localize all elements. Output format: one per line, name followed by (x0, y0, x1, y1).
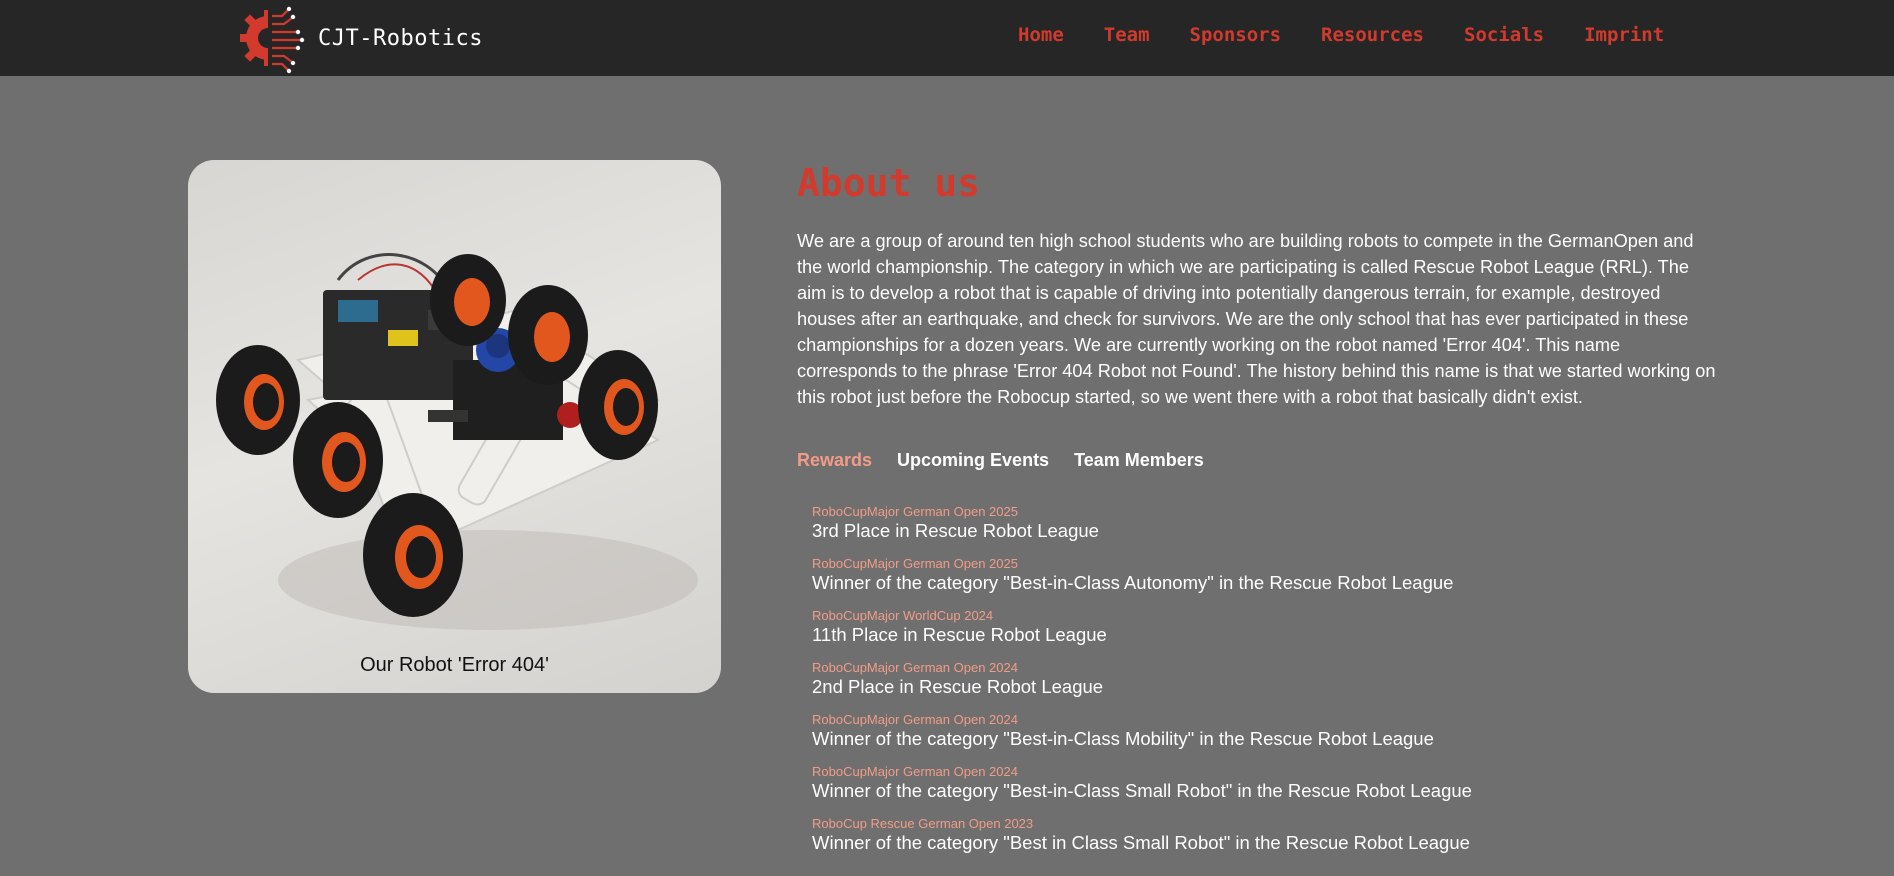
list-item: RoboCupMajor German Open 2024 2nd Place … (812, 660, 1712, 712)
reward-title: Winner of the category "Best-in-Class Au… (812, 572, 1454, 593)
nav-link-imprint[interactable]: Imprint (1584, 24, 1664, 46)
list-item: RoboCupMajor German Open 2024 Winner of … (812, 712, 1712, 764)
main-nav: Home Team Sponsors Resources Socials Imp… (1018, 24, 1704, 46)
robot-caption: Our Robot 'Error 404' (360, 654, 549, 676)
rewards-list: RoboCupMajor German Open 2025 3rd Place … (812, 504, 1712, 868)
nav-link-team[interactable]: Team (1104, 24, 1150, 46)
reward-event: RoboCupMajor German Open 2024 (812, 764, 1018, 779)
nav-link-socials[interactable]: Socials (1464, 24, 1544, 46)
reward-title: 11th Place in Rescue Robot League (812, 624, 1107, 645)
brand-home-link[interactable]: CJT-Robotics (238, 2, 483, 74)
about-section: About us We are a group of around ten hi… (797, 160, 1717, 410)
reward-title: Winner of the category "Best in Class Sm… (812, 832, 1470, 853)
robot-card: Our Robot 'Error 404' (188, 160, 721, 693)
nav-link-home[interactable]: Home (1018, 24, 1064, 46)
about-text: We are a group of around ten high school… (797, 231, 1716, 407)
robot-photo (216, 253, 698, 630)
reward-event: RoboCupMajor WorldCup 2024 (812, 608, 994, 623)
reward-event: RoboCupMajor German Open 2025 (812, 556, 1018, 571)
reward-title: 2nd Place in Rescue Robot League (812, 676, 1104, 697)
list-item: RoboCupMajor German Open 2025 Winner of … (812, 556, 1712, 608)
nav-link-resources[interactable]: Resources (1321, 24, 1424, 46)
list-item: RoboCupMajor German Open 2025 3rd Place … (812, 504, 1712, 556)
reward-title: Winner of the category "Best-in-Class Mo… (812, 728, 1434, 749)
reward-title: Winner of the category "Best-in-Class Sm… (812, 780, 1472, 801)
list-item: RoboCupMajor WorldCup 2024 11th Place in… (812, 608, 1712, 660)
reward-event: RoboCupMajor German Open 2024 (812, 712, 1018, 727)
tab-rewards[interactable]: Rewards (797, 450, 872, 471)
tab-team-members[interactable]: Team Members (1074, 450, 1204, 471)
reward-event: RoboCupMajor German Open 2024 (812, 660, 1018, 675)
gear-circuit-logo-icon (240, 6, 305, 74)
reward-event: RoboCup Rescue German Open 2023 (812, 816, 1034, 831)
info-tabs: Rewards Upcoming Events Team Members (797, 450, 1229, 471)
tab-upcoming-events[interactable]: Upcoming Events (897, 450, 1049, 471)
about-title: About us (797, 161, 981, 205)
nav-link-sponsors[interactable]: Sponsors (1190, 24, 1282, 46)
brand-name: CJT-Robotics (318, 25, 483, 51)
list-item: RoboCup Rescue German Open 2023 Winner o… (812, 816, 1712, 868)
list-item: RoboCupMajor German Open 2024 Winner of … (812, 764, 1712, 816)
reward-title: 3rd Place in Rescue Robot League (812, 520, 1099, 541)
reward-event: RoboCupMajor German Open 2025 (812, 504, 1018, 519)
top-navbar: CJT-Robotics Home Team Sponsors Resource… (0, 0, 1894, 76)
